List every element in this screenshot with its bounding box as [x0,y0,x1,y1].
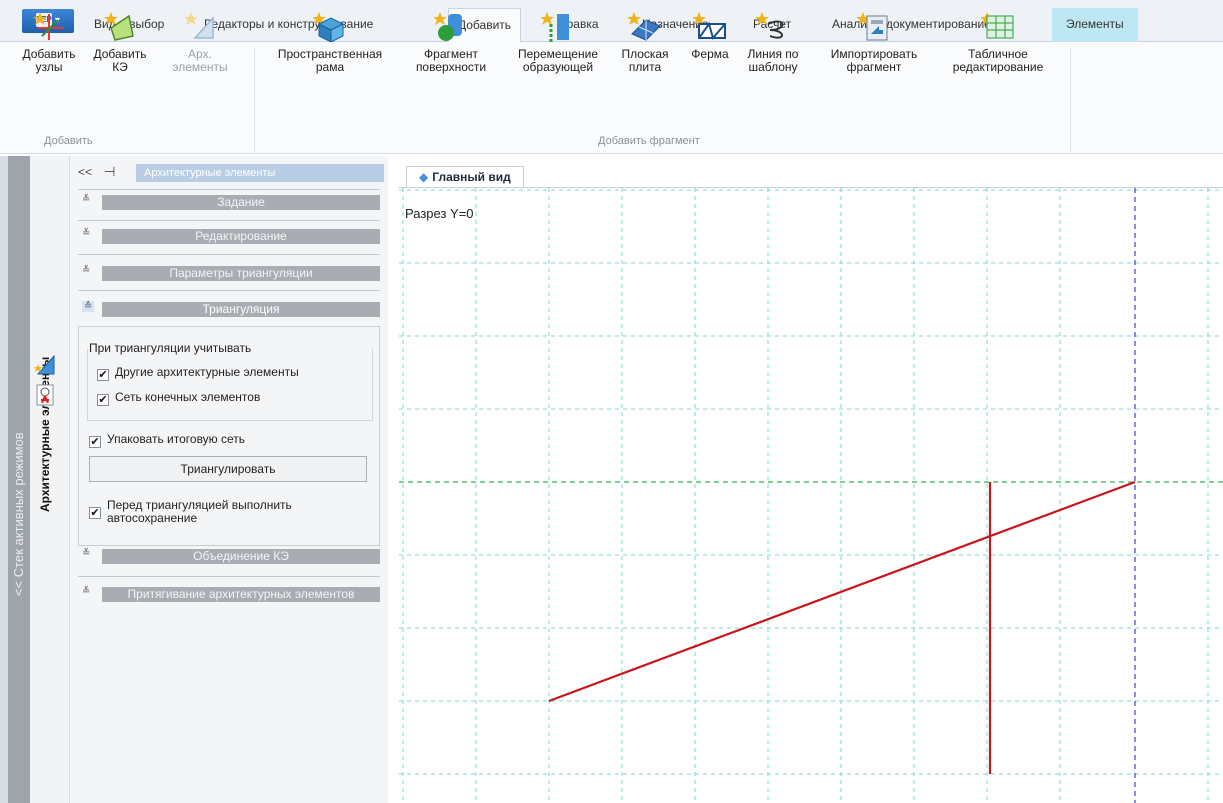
divider [78,220,380,221]
arch-elements-button[interactable]: Арх. элементы [168,8,232,74]
arch-elements-strip[interactable]: Архитектурные элементы [30,156,70,803]
triangulate-button[interactable]: Триангулировать [89,456,367,482]
expand-chevron-icon[interactable]: ≚ [82,586,90,597]
arch-elements-panel: << ⊣ Архитектурные элементы ≚ Задание ≚ … [70,156,388,803]
truss-button[interactable]: Ферма [680,8,740,61]
checkbox-box[interactable]: ✔ [89,507,101,519]
import-fragment-label-2: фрагмент [846,60,902,74]
arch-elements-label-2: элементы [172,60,228,74]
checkbox-box[interactable]: ✔ [97,394,109,406]
panel-title: Архитектурные элементы [136,164,384,182]
mode-marker-icon [36,384,54,406]
ribbon-separator [254,48,255,152]
section-edit[interactable]: ≚ Редактирование [78,228,380,244]
surface-fragment-label-2: поверхности [415,60,487,74]
checkbox-box[interactable]: ✔ [97,369,109,381]
section-merge-label: Объединение КЭ [102,549,380,564]
flat-plate-label-2: плита [628,60,662,74]
autosave-label-line-2: автосохранение [107,511,198,525]
divider [78,290,380,291]
generatrix-move-icon [540,8,575,42]
section-label: Разрез Y=0 [405,206,474,221]
section-task[interactable]: ≚ Задание [78,194,380,210]
section-tri-params-label: Параметры триангуляции [102,266,380,281]
template-line-icon [755,8,790,42]
arch-mode-icon [34,354,55,375]
divider [78,576,380,577]
template-line-button[interactable]: Линия по шаблону [736,8,810,74]
expand-chevron-icon[interactable]: ≚ [82,265,90,276]
import-fragment-button[interactable]: Импортировать фрагмент [816,8,932,74]
truss-icon [692,8,727,42]
section-tri-params[interactable]: ≚ Параметры триангуляции [78,265,380,281]
surface-fragment-button[interactable]: Фрагмент поверхности [405,8,497,74]
consider-fieldset [87,349,373,421]
spatial-frame-button[interactable]: Пространственная рама [268,8,392,74]
pin-icon[interactable]: ⊣ [104,164,115,180]
mode-stack-label: << Стек активных режимов [11,432,26,596]
grid-vertical-lines [402,188,1209,803]
table-edit-icon [980,8,1015,42]
spatial-frame-label-2: рама [315,60,345,74]
add-fe-icon [103,8,137,42]
inclined-member[interactable] [548,480,1136,703]
generatrix-move-button[interactable]: Перемещение образующей [508,8,608,74]
divider [78,189,380,190]
generatrix-move-label-2: образующей [522,60,594,74]
surface-fragment-icon [433,8,468,42]
group-label-add: Добавить [44,135,93,147]
tab-main-view[interactable]: ◆ Главный вид [406,166,524,188]
section-snap-label: Притягивание архитектурных элементов [102,587,380,602]
other-arch-label: Другие архитектурные элементы [115,365,299,379]
flat-plate-button[interactable]: Плоская плита [615,8,675,74]
add-nodes-label-2: узлы [35,60,63,74]
fe-mesh-label: Сеть конечных элементов [115,390,261,404]
flat-plate-icon [627,8,662,42]
autosave-label: Перед триангуляцией выполнить автосохран… [107,499,292,525]
left-edge-strip [0,156,8,803]
group-label-fragment: Добавить фрагмент [598,135,700,147]
panel-header: << ⊣ Архитектурные элементы [78,164,384,182]
pack-mesh-checkbox[interactable]: ✔ Упаковать итоговую сеть [89,432,245,448]
add-nodes-icon [32,8,66,42]
pack-mesh-label: Упаковать итоговую сеть [107,432,246,446]
import-fragment-icon [856,8,891,42]
add-nodes-button[interactable]: Добавить узлы [18,8,80,74]
template-line-label-2: шаблону [748,60,798,74]
checkbox-box[interactable]: ✔ [89,436,101,448]
expand-chevron-icon[interactable]: ≚ [82,194,90,205]
collapse-panel-button[interactable]: << [78,165,92,179]
mode-stack-strip[interactable]: << Стек активных режимов [8,156,30,803]
main-view-label: Главный вид [432,170,511,184]
other-arch-checkbox[interactable]: ✔ Другие архитектурные элементы [97,365,299,381]
truss-label-1: Ферма [691,47,729,61]
arch-elements-icon [183,8,217,42]
section-triangulation-label: Триангуляция [102,302,380,317]
triangulation-content: При триангуляции учитывать ✔ Другие архит… [78,326,380,546]
view-pin-icon: ◆ [419,170,429,184]
divider [78,254,380,255]
grid-horizontal-lines [399,189,1223,775]
fe-mesh-checkbox[interactable]: ✔ Сеть конечных элементов [97,390,260,406]
section-edit-label: Редактирование [102,229,380,244]
add-fe-label-2: КЭ [112,60,128,74]
spatial-frame-icon [312,8,347,43]
expand-chevron-icon[interactable]: ≚ [82,228,90,239]
expand-chevron-icon[interactable]: ≚ [82,548,90,559]
main-viewport[interactable] [399,187,1223,803]
tab-elements[interactable]: Элементы [1052,8,1138,42]
table-edit-label-2: редактирование [952,60,1044,74]
viewport-canvas[interactable] [399,188,1223,803]
section-merge[interactable]: ≚ Объединение КЭ [78,548,380,564]
section-triangulation[interactable]: ≙ Триангуляция [78,301,380,317]
table-edit-button[interactable]: Табличное редактирование [938,8,1058,74]
section-snap[interactable]: ≚ Притягивание архитектурных элементов [78,586,380,602]
add-fe-button[interactable]: Добавить КЭ [90,8,150,74]
collapse-chevron-icon[interactable]: ≙ [82,301,95,312]
section-task-label: Задание [102,195,380,210]
arch-elements-strip-label: Архитектурные элементы [38,356,52,512]
ribbon-separator [1070,48,1071,152]
